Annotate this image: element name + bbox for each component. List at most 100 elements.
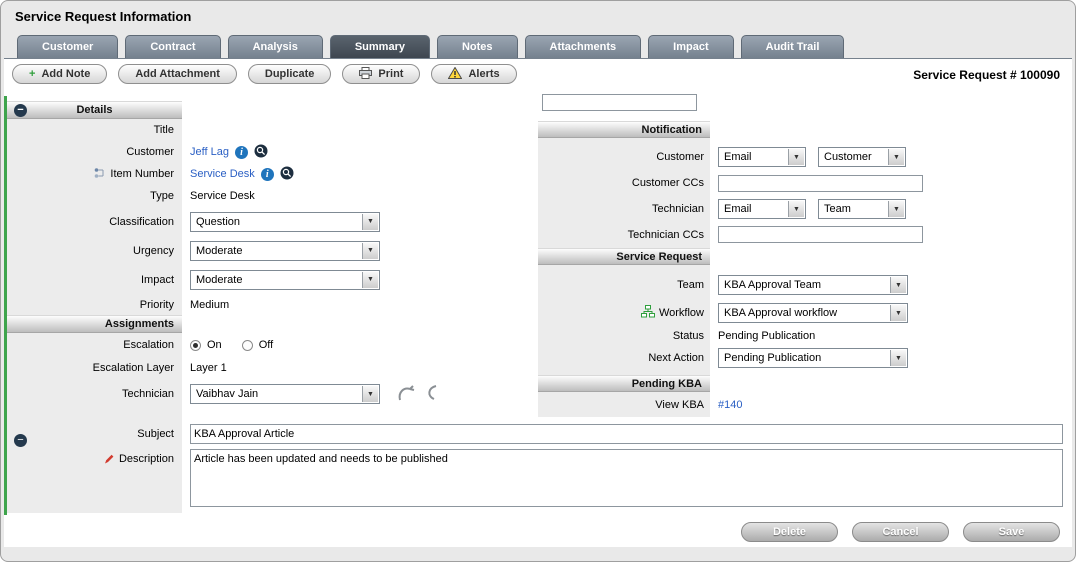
next-action-select[interactable]: Pending Publication ▼ xyxy=(718,348,908,368)
service-request-window: Service Request Information Customer Con… xyxy=(0,0,1076,562)
technician-ccs-input[interactable] xyxy=(718,226,923,243)
add-note-label: Add Note xyxy=(41,68,90,80)
tab-customer[interactable]: Customer xyxy=(17,35,118,58)
customer-method-value: Email xyxy=(724,151,752,163)
deescalate-hook-icon[interactable] xyxy=(424,384,440,405)
pending-kba-header-label: Pending KBA xyxy=(632,378,702,390)
technician-select-value: Vaibhav Jain xyxy=(196,388,258,400)
escalation-on-radio[interactable] xyxy=(190,340,201,351)
details-header: − Details xyxy=(7,101,182,119)
tab-bar: Customer Contract Analysis Summary Notes… xyxy=(17,35,844,58)
classification-select[interactable]: Question ▼ xyxy=(190,212,380,232)
alerts-label: Alerts xyxy=(468,68,499,80)
service-request-header-label: Service Request xyxy=(616,251,702,263)
customer-method-select[interactable]: Email ▼ xyxy=(718,147,806,167)
workflow-select[interactable]: KBA Approval workflow ▼ xyxy=(718,303,908,323)
classification-select-value: Question xyxy=(196,216,240,228)
team-select[interactable]: KBA Approval Team ▼ xyxy=(718,275,908,295)
item-info-icon[interactable]: i xyxy=(261,168,274,181)
chevron-down-icon: ▼ xyxy=(890,277,906,293)
add-attachment-button[interactable]: Add Attachment xyxy=(118,64,237,84)
technician-method-select[interactable]: Email ▼ xyxy=(718,199,806,219)
print-button[interactable]: Print xyxy=(342,64,420,84)
customer-ccs-row: Customer CCs xyxy=(538,170,1070,196)
title-label: Title xyxy=(7,124,182,136)
subject-input[interactable] xyxy=(190,424,1063,444)
alerts-button[interactable]: Alerts xyxy=(431,64,516,84)
request-number: Service Request # 100090 xyxy=(913,68,1060,82)
item-number-link[interactable]: Service Desk xyxy=(190,168,255,180)
chevron-down-icon: ▼ xyxy=(890,305,906,321)
status-row: Status Pending Publication xyxy=(538,327,1070,345)
printer-icon xyxy=(359,67,372,82)
tab-attachments[interactable]: Attachments xyxy=(525,35,642,58)
save-button[interactable]: Save xyxy=(963,522,1060,542)
notify-customer-label: Customer xyxy=(538,151,710,163)
duplicate-button[interactable]: Duplicate xyxy=(248,64,332,84)
description-label: Description xyxy=(119,453,174,465)
view-kba-row: View KBA #140 xyxy=(538,394,1070,416)
customer-ccs-input[interactable] xyxy=(718,175,923,192)
service-request-header: Service Request xyxy=(538,248,710,265)
status-value: Pending Publication xyxy=(718,330,815,342)
team-select-value: KBA Approval Team xyxy=(724,279,821,291)
subject-label: Subject xyxy=(137,428,174,440)
tab-analysis[interactable]: Analysis xyxy=(228,35,323,58)
view-kba-label: View KBA xyxy=(538,399,710,411)
plus-icon: + xyxy=(29,68,35,80)
type-value: Service Desk xyxy=(190,190,255,202)
description-row: Description Article has been updated and… xyxy=(7,447,1065,511)
item-number-label: Item Number xyxy=(110,168,174,180)
tab-summary[interactable]: Summary xyxy=(330,35,430,58)
technician-recipient-value: Team xyxy=(824,203,851,215)
view-kba-link[interactable]: #140 xyxy=(718,399,742,411)
priority-label: Priority xyxy=(7,299,182,311)
description-textarea[interactable]: Article has been updated and needs to be… xyxy=(190,449,1063,507)
escalation-layer-label: Escalation Layer xyxy=(7,362,182,374)
classification-label: Classification xyxy=(7,216,182,228)
assignments-header-label: Assignments xyxy=(105,318,174,330)
empty-text-input[interactable] xyxy=(542,94,697,111)
tab-audit-trail[interactable]: Audit Trail xyxy=(741,35,845,58)
chevron-down-icon: ▼ xyxy=(788,149,804,165)
tab-notes[interactable]: Notes xyxy=(437,35,518,58)
technician-label: Technician xyxy=(7,388,182,400)
notification-header-label: Notification xyxy=(642,124,703,136)
chevron-down-icon: ▼ xyxy=(888,149,904,165)
escalation-off-radio[interactable] xyxy=(242,340,253,351)
customer-search-icon[interactable] xyxy=(254,144,268,161)
details-header-label: Details xyxy=(76,104,112,116)
collapse-subject-button[interactable]: − xyxy=(14,434,27,447)
impact-select-value: Moderate xyxy=(196,274,242,286)
pending-kba-header: Pending KBA xyxy=(538,375,710,392)
technician-method-value: Email xyxy=(724,203,752,215)
urgency-select[interactable]: Moderate ▼ xyxy=(190,241,380,261)
item-relationship-icon xyxy=(94,167,106,182)
customer-link[interactable]: Jeff Lag xyxy=(190,146,229,158)
delete-button[interactable]: Delete xyxy=(741,522,838,542)
notification-header: Notification xyxy=(538,121,710,138)
cancel-button[interactable]: Cancel xyxy=(852,522,949,542)
tab-contract[interactable]: Contract xyxy=(125,35,220,58)
escalation-off-label: Off xyxy=(259,339,273,351)
collapse-details-button[interactable]: − xyxy=(14,104,27,117)
warning-icon xyxy=(448,67,462,82)
escalate-hook-icon[interactable] xyxy=(396,384,418,405)
customer-recipient-select[interactable]: Customer ▼ xyxy=(818,147,906,167)
technician-recipient-select[interactable]: Team ▼ xyxy=(818,199,906,219)
pencil-icon xyxy=(103,453,115,468)
assignments-header: Assignments xyxy=(7,315,182,333)
customer-info-icon[interactable]: i xyxy=(235,146,248,159)
item-search-icon[interactable] xyxy=(280,166,294,183)
chevron-down-icon: ▼ xyxy=(362,214,378,230)
technician-select[interactable]: Vaibhav Jain ▼ xyxy=(190,384,380,404)
team-label: Team xyxy=(538,279,710,291)
toolbar: + Add Note Add Attachment Duplicate Prin… xyxy=(12,64,517,84)
duplicate-label: Duplicate xyxy=(265,68,315,80)
content-area: + Add Note Add Attachment Duplicate Prin… xyxy=(4,58,1072,547)
next-action-row: Next Action Pending Publication ▼ xyxy=(538,345,1070,371)
add-note-button[interactable]: + Add Note xyxy=(12,64,107,84)
urgency-select-value: Moderate xyxy=(196,245,242,257)
impact-select[interactable]: Moderate ▼ xyxy=(190,270,380,290)
tab-impact[interactable]: Impact xyxy=(648,35,733,58)
